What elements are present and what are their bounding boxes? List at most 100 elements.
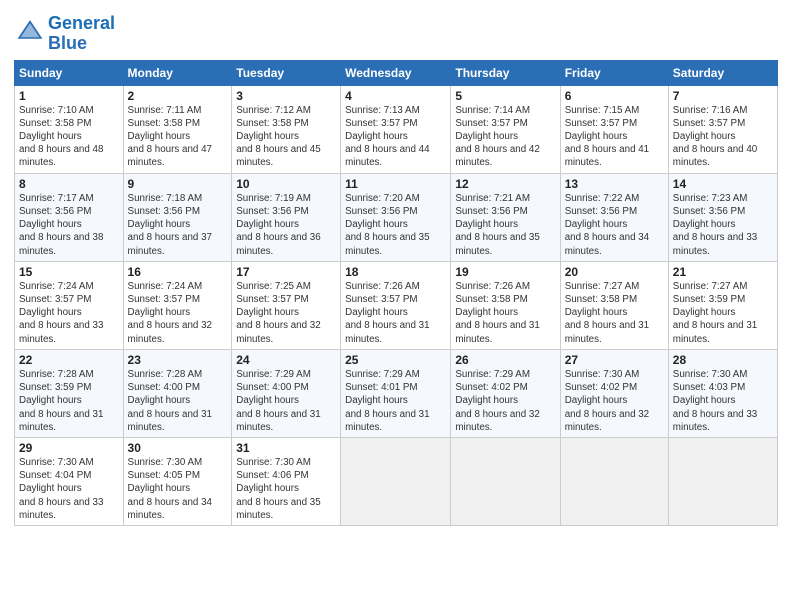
day-number: 9 <box>128 177 228 191</box>
day-number: 5 <box>455 89 555 103</box>
day-info: Sunrise: 7:29 AMSunset: 4:00 PMDaylight … <box>236 369 320 433</box>
calendar-body: 1 Sunrise: 7:10 AMSunset: 3:58 PMDayligh… <box>15 85 778 525</box>
day-number: 16 <box>128 265 228 279</box>
day-number: 2 <box>128 89 228 103</box>
calendar-cell: 6 Sunrise: 7:15 AMSunset: 3:57 PMDayligh… <box>560 85 668 173</box>
day-info: Sunrise: 7:27 AMSunset: 3:58 PMDaylight … <box>565 281 649 345</box>
calendar-cell <box>451 437 560 525</box>
day-number: 28 <box>673 353 773 367</box>
day-info: Sunrise: 7:27 AMSunset: 3:59 PMDaylight … <box>673 281 757 345</box>
header: General Blue <box>14 10 778 54</box>
calendar-cell: 16 Sunrise: 7:24 AMSunset: 3:57 PMDaylig… <box>123 261 232 349</box>
day-info: Sunrise: 7:22 AMSunset: 3:56 PMDaylight … <box>565 193 649 257</box>
calendar-cell: 31 Sunrise: 7:30 AMSunset: 4:06 PMDaylig… <box>232 437 341 525</box>
calendar-cell: 18 Sunrise: 7:26 AMSunset: 3:57 PMDaylig… <box>341 261 451 349</box>
calendar-table: SundayMondayTuesdayWednesdayThursdayFrid… <box>14 60 778 526</box>
day-header-tuesday: Tuesday <box>232 60 341 85</box>
day-info: Sunrise: 7:14 AMSunset: 3:57 PMDaylight … <box>455 105 539 169</box>
calendar-cell: 7 Sunrise: 7:16 AMSunset: 3:57 PMDayligh… <box>668 85 777 173</box>
day-info: Sunrise: 7:12 AMSunset: 3:58 PMDaylight … <box>236 105 320 169</box>
day-info: Sunrise: 7:10 AMSunset: 3:58 PMDaylight … <box>19 105 103 169</box>
day-header-saturday: Saturday <box>668 60 777 85</box>
day-number: 21 <box>673 265 773 279</box>
day-info: Sunrise: 7:23 AMSunset: 3:56 PMDaylight … <box>673 193 757 257</box>
day-info: Sunrise: 7:19 AMSunset: 3:56 PMDaylight … <box>236 193 320 257</box>
calendar-cell: 17 Sunrise: 7:25 AMSunset: 3:57 PMDaylig… <box>232 261 341 349</box>
day-info: Sunrise: 7:24 AMSunset: 3:57 PMDaylight … <box>128 281 212 345</box>
day-info: Sunrise: 7:29 AMSunset: 4:01 PMDaylight … <box>345 369 429 433</box>
day-info: Sunrise: 7:24 AMSunset: 3:57 PMDaylight … <box>19 281 103 345</box>
calendar-week-2: 8 Sunrise: 7:17 AMSunset: 3:56 PMDayligh… <box>15 173 778 261</box>
day-info: Sunrise: 7:26 AMSunset: 3:57 PMDaylight … <box>345 281 429 345</box>
day-number: 24 <box>236 353 336 367</box>
calendar-cell <box>668 437 777 525</box>
day-number: 26 <box>455 353 555 367</box>
day-info: Sunrise: 7:28 AMSunset: 3:59 PMDaylight … <box>19 369 103 433</box>
calendar-cell: 25 Sunrise: 7:29 AMSunset: 4:01 PMDaylig… <box>341 349 451 437</box>
logo-icon <box>16 17 44 45</box>
day-number: 31 <box>236 441 336 455</box>
calendar-cell: 4 Sunrise: 7:13 AMSunset: 3:57 PMDayligh… <box>341 85 451 173</box>
day-number: 22 <box>19 353 119 367</box>
day-number: 20 <box>565 265 664 279</box>
calendar-cell <box>560 437 668 525</box>
day-info: Sunrise: 7:25 AMSunset: 3:57 PMDaylight … <box>236 281 320 345</box>
calendar-cell: 15 Sunrise: 7:24 AMSunset: 3:57 PMDaylig… <box>15 261 124 349</box>
calendar-cell: 14 Sunrise: 7:23 AMSunset: 3:56 PMDaylig… <box>668 173 777 261</box>
day-info: Sunrise: 7:28 AMSunset: 4:00 PMDaylight … <box>128 369 212 433</box>
day-number: 4 <box>345 89 446 103</box>
calendar-cell: 19 Sunrise: 7:26 AMSunset: 3:58 PMDaylig… <box>451 261 560 349</box>
calendar-week-3: 15 Sunrise: 7:24 AMSunset: 3:57 PMDaylig… <box>15 261 778 349</box>
calendar-cell: 21 Sunrise: 7:27 AMSunset: 3:59 PMDaylig… <box>668 261 777 349</box>
calendar-header-row: SundayMondayTuesdayWednesdayThursdayFrid… <box>15 60 778 85</box>
day-info: Sunrise: 7:15 AMSunset: 3:57 PMDaylight … <box>565 105 649 169</box>
day-info: Sunrise: 7:30 AMSunset: 4:02 PMDaylight … <box>565 369 649 433</box>
calendar-cell: 24 Sunrise: 7:29 AMSunset: 4:00 PMDaylig… <box>232 349 341 437</box>
day-number: 7 <box>673 89 773 103</box>
calendar-week-4: 22 Sunrise: 7:28 AMSunset: 3:59 PMDaylig… <box>15 349 778 437</box>
calendar-cell: 1 Sunrise: 7:10 AMSunset: 3:58 PMDayligh… <box>15 85 124 173</box>
day-number: 29 <box>19 441 119 455</box>
day-info: Sunrise: 7:20 AMSunset: 3:56 PMDaylight … <box>345 193 429 257</box>
calendar-cell: 9 Sunrise: 7:18 AMSunset: 3:56 PMDayligh… <box>123 173 232 261</box>
calendar-cell: 26 Sunrise: 7:29 AMSunset: 4:02 PMDaylig… <box>451 349 560 437</box>
calendar-cell: 2 Sunrise: 7:11 AMSunset: 3:58 PMDayligh… <box>123 85 232 173</box>
main-container: General Blue SundayMondayTuesdayWednesda… <box>0 0 792 534</box>
day-number: 19 <box>455 265 555 279</box>
day-number: 1 <box>19 89 119 103</box>
day-info: Sunrise: 7:30 AMSunset: 4:06 PMDaylight … <box>236 457 320 521</box>
calendar-cell: 29 Sunrise: 7:30 AMSunset: 4:04 PMDaylig… <box>15 437 124 525</box>
calendar-cell: 20 Sunrise: 7:27 AMSunset: 3:58 PMDaylig… <box>560 261 668 349</box>
calendar-cell: 23 Sunrise: 7:28 AMSunset: 4:00 PMDaylig… <box>123 349 232 437</box>
calendar-cell: 28 Sunrise: 7:30 AMSunset: 4:03 PMDaylig… <box>668 349 777 437</box>
day-number: 13 <box>565 177 664 191</box>
day-number: 3 <box>236 89 336 103</box>
day-number: 30 <box>128 441 228 455</box>
logo-text: General <box>48 14 115 34</box>
day-number: 6 <box>565 89 664 103</box>
day-header-thursday: Thursday <box>451 60 560 85</box>
calendar-cell: 8 Sunrise: 7:17 AMSunset: 3:56 PMDayligh… <box>15 173 124 261</box>
day-info: Sunrise: 7:16 AMSunset: 3:57 PMDaylight … <box>673 105 757 169</box>
day-header-wednesday: Wednesday <box>341 60 451 85</box>
day-number: 23 <box>128 353 228 367</box>
day-number: 27 <box>565 353 664 367</box>
day-info: Sunrise: 7:21 AMSunset: 3:56 PMDaylight … <box>455 193 539 257</box>
day-header-friday: Friday <box>560 60 668 85</box>
day-number: 17 <box>236 265 336 279</box>
day-info: Sunrise: 7:11 AMSunset: 3:58 PMDaylight … <box>128 105 212 169</box>
calendar-cell: 27 Sunrise: 7:30 AMSunset: 4:02 PMDaylig… <box>560 349 668 437</box>
day-info: Sunrise: 7:30 AMSunset: 4:03 PMDaylight … <box>673 369 757 433</box>
calendar-cell: 30 Sunrise: 7:30 AMSunset: 4:05 PMDaylig… <box>123 437 232 525</box>
calendar-cell: 12 Sunrise: 7:21 AMSunset: 3:56 PMDaylig… <box>451 173 560 261</box>
calendar-cell: 3 Sunrise: 7:12 AMSunset: 3:58 PMDayligh… <box>232 85 341 173</box>
calendar-cell <box>341 437 451 525</box>
calendar-cell: 5 Sunrise: 7:14 AMSunset: 3:57 PMDayligh… <box>451 85 560 173</box>
day-info: Sunrise: 7:30 AMSunset: 4:05 PMDaylight … <box>128 457 212 521</box>
day-header-sunday: Sunday <box>15 60 124 85</box>
day-number: 14 <box>673 177 773 191</box>
calendar-week-1: 1 Sunrise: 7:10 AMSunset: 3:58 PMDayligh… <box>15 85 778 173</box>
day-number: 8 <box>19 177 119 191</box>
day-info: Sunrise: 7:26 AMSunset: 3:58 PMDaylight … <box>455 281 539 345</box>
day-number: 15 <box>19 265 119 279</box>
